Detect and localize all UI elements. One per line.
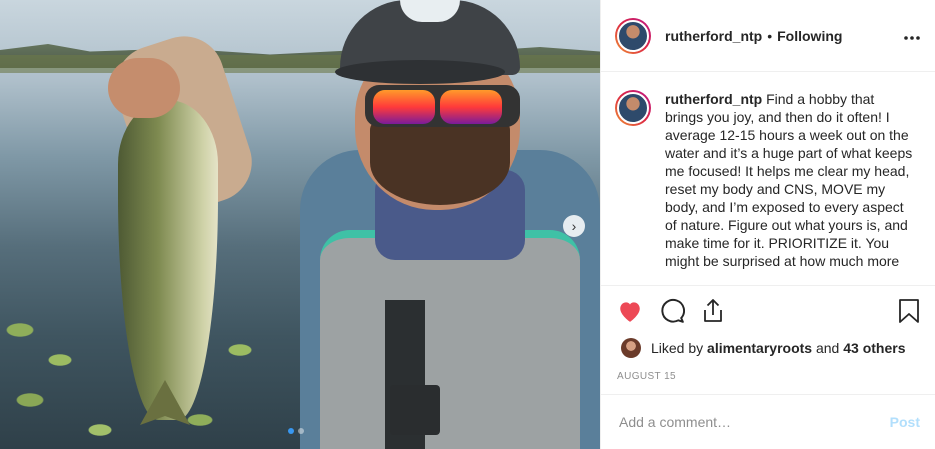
heart-icon bbox=[620, 302, 640, 322]
action-bar bbox=[601, 285, 935, 324]
caption-text: Find a hobby that brings you joy, and th… bbox=[665, 91, 913, 269]
liked-by-and: and bbox=[815, 340, 840, 356]
avatar-image bbox=[617, 92, 649, 124]
chevron-right-icon: › bbox=[571, 218, 577, 234]
carousel-dots bbox=[288, 428, 304, 434]
bookmark-icon bbox=[899, 299, 919, 323]
sunglasses-lens-right bbox=[440, 90, 502, 124]
liked-by-others[interactable]: 43 others bbox=[843, 340, 905, 356]
separator-dot: • bbox=[767, 27, 773, 44]
liked-by-user[interactable]: alimentaryroots bbox=[707, 340, 812, 356]
cap-brim bbox=[335, 60, 505, 84]
liker-avatar[interactable] bbox=[621, 338, 641, 358]
carousel-dot bbox=[298, 428, 304, 434]
share-button[interactable] bbox=[701, 298, 725, 324]
comment-input[interactable] bbox=[617, 413, 890, 431]
life-vest bbox=[320, 230, 580, 449]
post-comment-button[interactable]: Post bbox=[890, 414, 920, 430]
sunglasses-lens-left bbox=[373, 90, 435, 124]
comment-form: Post bbox=[601, 394, 935, 449]
profile-avatar[interactable] bbox=[615, 17, 651, 54]
username-link[interactable]: rutherford_ntp bbox=[665, 28, 762, 44]
more-icon bbox=[904, 36, 920, 40]
beard bbox=[370, 120, 510, 205]
comment-icon bbox=[661, 298, 685, 323]
post-side-panel: rutherford_ntp • Following rutherford_nt… bbox=[600, 0, 935, 449]
like-button[interactable] bbox=[617, 299, 643, 323]
share-icon bbox=[704, 299, 722, 322]
avatar-image bbox=[617, 19, 649, 52]
next-photo-button[interactable]: › bbox=[563, 215, 585, 237]
hand bbox=[108, 58, 180, 118]
comment-button[interactable] bbox=[659, 298, 685, 324]
caption-username[interactable]: rutherford_ntp bbox=[665, 91, 762, 107]
likes-summary: Liked by alimentaryroots and 43 others bbox=[621, 338, 905, 358]
more-options-button[interactable] bbox=[903, 25, 921, 46]
post-photo[interactable]: › bbox=[0, 0, 600, 449]
post-header: rutherford_ntp • Following bbox=[601, 0, 935, 72]
carousel-dot-active bbox=[288, 428, 294, 434]
following-button[interactable]: Following bbox=[777, 28, 842, 44]
caption-area: rutherford_ntp Find a hobby that brings … bbox=[601, 72, 935, 285]
save-button[interactable] bbox=[898, 298, 920, 324]
vest-pocket bbox=[390, 385, 440, 435]
liked-by-prefix: Liked by bbox=[651, 340, 704, 356]
caption-avatar[interactable] bbox=[615, 90, 651, 126]
post-date[interactable]: AUGUST 15 bbox=[617, 371, 676, 382]
caption: rutherford_ntp Find a hobby that brings … bbox=[665, 90, 915, 285]
